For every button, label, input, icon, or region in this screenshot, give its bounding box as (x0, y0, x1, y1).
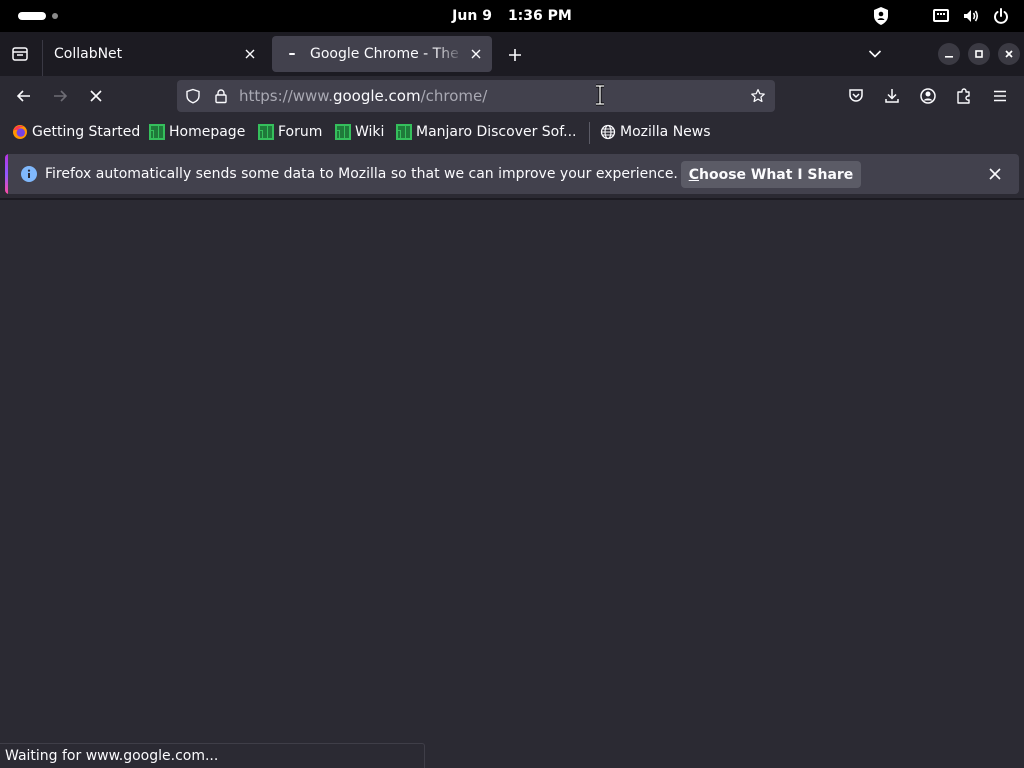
system-tray[interactable] (872, 6, 1010, 26)
bookmark-mozilla-news[interactable]: Mozilla News (600, 124, 711, 140)
stop-button[interactable] (82, 82, 110, 110)
manjaro-icon (396, 124, 412, 140)
bookmark-separator (589, 122, 590, 144)
download-icon (885, 89, 899, 103)
close-icon (1005, 50, 1013, 58)
power-icon (994, 8, 1008, 24)
info-icon (21, 166, 37, 182)
workspace-inactive-indicator (52, 13, 58, 19)
hamburger-menu-icon (994, 90, 1006, 102)
puzzle-piece-icon (957, 88, 970, 104)
window-minimize-button[interactable] (938, 43, 960, 65)
url-host: google.com (332, 87, 421, 105)
bookmark-label: Mozilla News (620, 124, 711, 140)
clock-time: 1:36 PM (507, 8, 572, 24)
tab-google-chrome[interactable]: Google Chrome - The Fast & Secure Web Br… (272, 36, 492, 72)
shield-user-icon (874, 7, 888, 25)
new-tab-button[interactable] (502, 42, 528, 68)
wired-network-icon (933, 9, 949, 22)
url-path: /chrome/ (420, 87, 488, 105)
bookmark-label: Homepage (169, 124, 246, 140)
back-button[interactable] (10, 82, 38, 110)
url-text[interactable]: https://www.google.com/chrome/ (239, 80, 487, 112)
bookmark-label: Getting Started (32, 124, 141, 140)
window-maximize-button[interactable] (968, 43, 990, 65)
firefox-view-icon (12, 47, 28, 61)
account-button[interactable] (914, 82, 942, 110)
bookmark-label: Manjaro Discover Sof... (416, 124, 577, 140)
firefox-view-button[interactable] (6, 40, 34, 68)
arrow-right-icon (54, 90, 68, 102)
maximize-icon (975, 50, 983, 58)
loading-throbber-icon (284, 46, 300, 62)
bookmark-wiki[interactable]: Wiki (335, 124, 384, 140)
tab-close-button[interactable] (238, 42, 262, 66)
workspace-active-indicator (18, 12, 46, 20)
close-icon (989, 168, 1001, 180)
tab-title: CollabNet (54, 46, 123, 62)
clock[interactable]: Jun 9 1:36 PM (0, 0, 1024, 32)
page-content[interactable] (0, 200, 1024, 768)
data-collection-notification: Firefox automatically sends some data to… (5, 154, 1019, 194)
status-panel: Waiting for www.google.com... (0, 743, 425, 768)
volume-icon (964, 10, 979, 22)
bookmark-star-icon[interactable] (750, 88, 766, 104)
activities-indicator[interactable] (18, 12, 58, 20)
tab-bar: CollabNet Google Chrome - The Fast & Sec… (0, 32, 1024, 80)
stop-x-icon (90, 90, 102, 102)
manjaro-icon (335, 124, 351, 140)
bookmark-manjaro-discover[interactable]: Manjaro Discover Sof... (396, 124, 577, 140)
app-menu-button[interactable] (986, 82, 1014, 110)
pocket-button[interactable] (842, 82, 870, 110)
navigation-toolbar: https://www.google.com/chrome/ (0, 76, 1024, 116)
plus-icon (509, 49, 521, 61)
address-bar[interactable]: https://www.google.com/chrome/ (177, 80, 775, 112)
account-icon (920, 88, 936, 104)
chevron-down-icon (868, 50, 882, 58)
bookmarks-toolbar: Getting Started Homepage Forum Wiki Manj… (0, 116, 1024, 150)
bookmark-label: Forum (278, 124, 323, 140)
arrow-left-icon (16, 90, 30, 102)
tab-title: Google Chrome - The Fast & Secure Web Br… (310, 46, 464, 62)
tab-collabnet[interactable]: CollabNet (42, 36, 266, 80)
downloads-button[interactable] (878, 82, 906, 110)
manjaro-icon (258, 124, 274, 140)
close-icon (245, 49, 255, 59)
text-cursor-icon (596, 84, 604, 106)
tracking-protection-shield-icon[interactable] (185, 88, 201, 104)
extensions-button[interactable] (950, 82, 978, 110)
minimize-icon (945, 56, 953, 58)
tab-close-button[interactable] (464, 42, 488, 66)
system-top-bar: Jun 9 1:36 PM (0, 0, 1024, 32)
firefox-icon (13, 125, 27, 139)
notification-close-button[interactable] (985, 164, 1005, 184)
manjaro-icon (149, 124, 165, 140)
bookmark-forum[interactable]: Forum (258, 124, 322, 140)
bookmark-label: Wiki (355, 124, 385, 140)
lock-icon[interactable] (213, 88, 229, 104)
choose-what-i-share-button[interactable]: Choose What I Share (681, 161, 861, 188)
close-icon (471, 49, 481, 59)
bookmark-homepage[interactable]: Homepage (149, 124, 245, 140)
list-all-tabs-button[interactable] (862, 42, 888, 66)
globe-icon (600, 124, 616, 140)
notification-message: Firefox automatically sends some data to… (45, 166, 678, 182)
bookmark-getting-started[interactable]: Getting Started (12, 124, 140, 140)
button-label: hoose What I Share (698, 166, 854, 183)
clock-date: Jun 9 (452, 8, 492, 24)
forward-button[interactable] (46, 82, 74, 110)
window-close-button[interactable] (998, 43, 1020, 65)
pocket-icon (849, 89, 863, 102)
button-accesskey: C (688, 166, 699, 183)
url-prefix: https://www. (239, 87, 333, 105)
